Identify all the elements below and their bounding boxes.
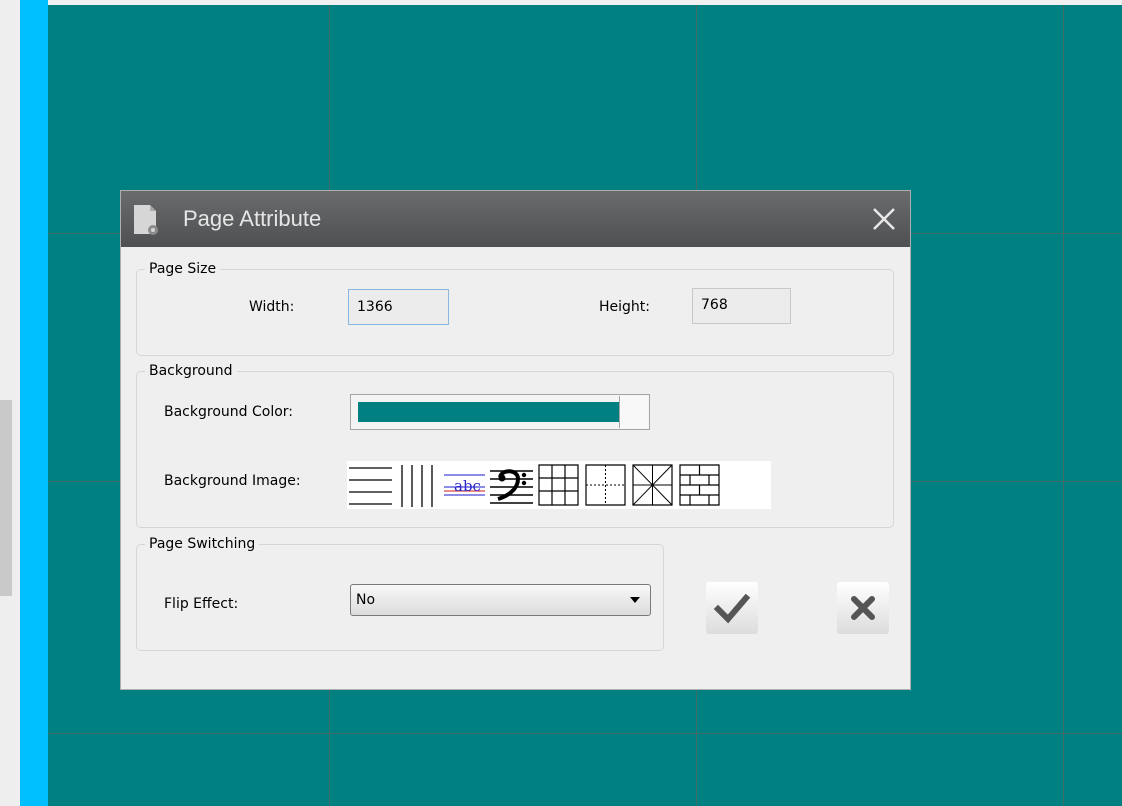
background-color-label: Background Color: — [164, 404, 293, 420]
color-dropdown-button[interactable] — [619, 396, 648, 428]
accent-bar — [20, 0, 48, 806]
vertical-lines-icon[interactable] — [394, 461, 441, 509]
flip-effect-label: Flip Effect: — [164, 596, 239, 612]
flip-effect-value: No — [356, 592, 376, 608]
chevron-down-icon — [630, 597, 640, 603]
horizontal-lines-icon[interactable] — [347, 461, 394, 509]
width-input[interactable]: 1366 — [348, 289, 449, 325]
cancel-button[interactable] — [837, 582, 889, 634]
dashed-cross-icon[interactable] — [582, 461, 629, 509]
height-label: Height: — [599, 299, 650, 315]
page-settings-icon — [134, 205, 158, 235]
ok-button[interactable] — [706, 582, 758, 634]
abc-lines-icon[interactable]: abc — [441, 461, 488, 509]
background-image-label: Background Image: — [164, 473, 301, 489]
flip-effect-select[interactable]: No — [350, 584, 651, 616]
gridline — [1063, 5, 1064, 806]
width-label: Width: — [249, 299, 295, 315]
background-image-strip: abc — [347, 461, 771, 509]
star-grid-icon[interactable] — [629, 461, 676, 509]
height-input[interactable]: 768 — [692, 288, 791, 324]
bass-clef-staff-icon[interactable] — [488, 461, 535, 509]
group-label: Page Size — [145, 260, 221, 278]
color-swatch — [358, 402, 619, 422]
close-icon[interactable] — [870, 205, 898, 233]
gridline — [48, 733, 1122, 734]
x-icon — [851, 596, 875, 620]
checkmark-icon — [713, 593, 751, 624]
brick-icon[interactable] — [676, 461, 723, 509]
left-panel — [0, 0, 20, 806]
background-color-picker[interactable] — [350, 394, 650, 430]
page-attribute-dialog: Page Attribute Page Size Width: 1366 Hei… — [120, 190, 911, 690]
dialog-titlebar[interactable]: Page Attribute — [121, 191, 910, 247]
group-label: Page Switching — [145, 535, 260, 553]
grid-icon[interactable] — [535, 461, 582, 509]
scrollbar-thumb[interactable] — [0, 400, 12, 596]
group-label: Background — [145, 362, 237, 380]
abc-text: abc — [454, 477, 481, 495]
dialog-title: Page Attribute — [183, 206, 322, 231]
